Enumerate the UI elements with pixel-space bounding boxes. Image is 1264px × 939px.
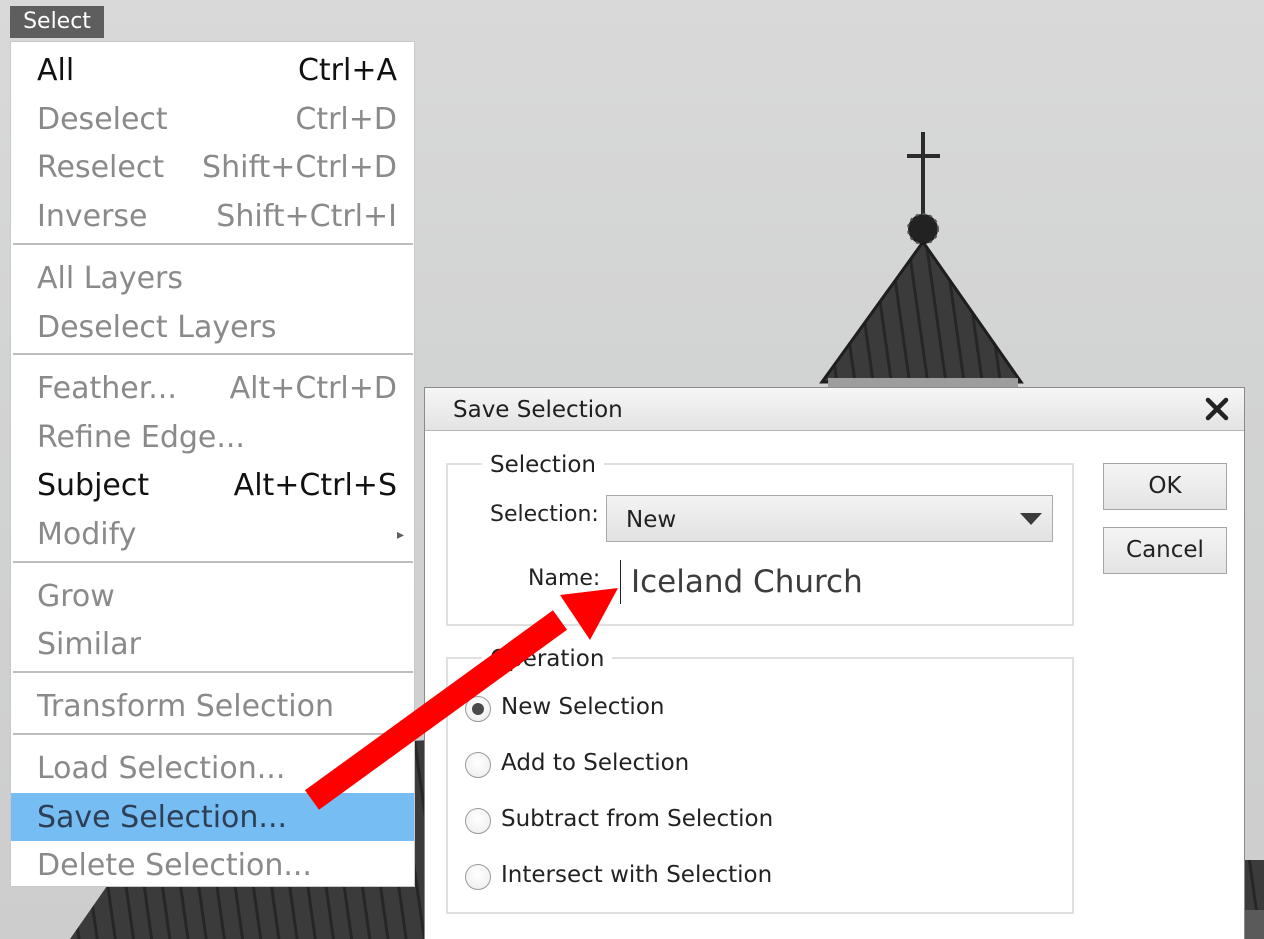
- menu-item-all-layers[interactable]: All Layers: [11, 254, 414, 302]
- menu-item-label: Deselect: [37, 102, 168, 137]
- menu-separator: [13, 353, 413, 355]
- menu-separator: [13, 243, 413, 245]
- selection-dropdown-value: New: [626, 507, 677, 533]
- menu-item-shortcut: Shift+Ctrl+I: [216, 199, 397, 234]
- menu-item-label: Feather...: [37, 371, 177, 406]
- menu-item-shortcut: Alt+Ctrl+D: [229, 371, 397, 406]
- menu-item-similar[interactable]: Similar: [11, 620, 414, 668]
- radio-label: Intersect with Selection: [501, 862, 773, 888]
- dropdown-arrow-icon: [1020, 513, 1042, 525]
- name-input[interactable]: [620, 560, 1050, 604]
- menu-item-feather[interactable]: Feather... Alt+Ctrl+D: [11, 364, 414, 412]
- menu-item-label: Modify: [37, 517, 137, 552]
- menu-item-label: Save Selection...: [37, 800, 288, 835]
- menu-item-deselect[interactable]: Deselect Ctrl+D: [11, 95, 414, 143]
- menu-item-label: Grow: [37, 579, 115, 614]
- menu-item-label: All Layers: [37, 261, 184, 296]
- menu-item-refine-edge[interactable]: Refine Edge...: [11, 413, 414, 461]
- menu-item-deselect-layers[interactable]: Deselect Layers: [11, 303, 414, 351]
- ok-button[interactable]: OK: [1103, 463, 1227, 510]
- radio-label: New Selection: [501, 694, 665, 720]
- selection-group-title: Selection: [482, 452, 604, 478]
- select-menu-button[interactable]: Select: [10, 6, 104, 38]
- operation-group-title: Operation: [482, 646, 613, 672]
- menu-item-label: Subject: [37, 468, 150, 503]
- dialog-title: Save Selection: [453, 397, 623, 423]
- menu-item-label: All: [37, 53, 75, 88]
- menu-item-reselect[interactable]: Reselect Shift+Ctrl+D: [11, 143, 414, 191]
- menu-item-label: Refine Edge...: [37, 420, 245, 455]
- menu-item-save-selection[interactable]: Save Selection...: [11, 793, 414, 841]
- radio-label: Subtract from Selection: [501, 806, 774, 832]
- menu-item-subject[interactable]: Subject Alt+Ctrl+S: [11, 461, 414, 509]
- menu-item-shortcut: Alt+Ctrl+S: [233, 468, 397, 503]
- menu-item-label: Load Selection...: [37, 751, 286, 786]
- photo-canvas: Select All Ctrl+A Deselect Ctrl+D Resele…: [0, 0, 1264, 939]
- menu-item-load-selection[interactable]: Load Selection...: [11, 744, 414, 792]
- menu-item-transform-selection[interactable]: Transform Selection: [11, 682, 414, 730]
- radio-button[interactable]: [465, 696, 491, 722]
- submenu-arrow-icon: ▸: [396, 527, 404, 543]
- radio-button[interactable]: [465, 752, 491, 778]
- menu-item-grow[interactable]: Grow: [11, 572, 414, 620]
- menu-item-shortcut: Ctrl+A: [297, 53, 397, 88]
- dialog-titlebar[interactable]: Save Selection: [425, 388, 1244, 431]
- menu-item-delete-selection[interactable]: Delete Selection...: [11, 841, 414, 886]
- selection-dropdown[interactable]: New: [606, 495, 1053, 542]
- menu-separator: [13, 671, 413, 673]
- menu-item-inverse[interactable]: Inverse Shift+Ctrl+I: [11, 192, 414, 240]
- menu-item-label: Inverse: [37, 199, 148, 234]
- menu-separator: [13, 561, 413, 563]
- menu-item-all[interactable]: All Ctrl+A: [11, 46, 414, 94]
- menu-item-modify[interactable]: Modify ▸: [11, 510, 414, 558]
- radio-button[interactable]: [465, 864, 491, 890]
- radio-button[interactable]: [465, 808, 491, 834]
- menu-item-label: Reselect: [37, 150, 165, 185]
- cancel-button[interactable]: Cancel: [1103, 527, 1227, 574]
- menu-item-label: Deselect Layers: [37, 310, 277, 345]
- menu-item-label: Transform Selection: [37, 689, 335, 724]
- menu-item-shortcut: Shift+Ctrl+D: [202, 150, 397, 185]
- menu-item-label: Similar: [37, 627, 141, 662]
- menu-item-shortcut: Ctrl+D: [295, 102, 397, 137]
- menu-separator: [13, 733, 413, 735]
- name-label: Name:: [528, 566, 601, 591]
- radio-label: Add to Selection: [501, 750, 690, 776]
- close-icon[interactable]: [1202, 391, 1232, 425]
- selection-label: Selection:: [490, 502, 599, 527]
- save-selection-dialog: Save Selection Selection Selection: New …: [424, 387, 1245, 939]
- select-menu-dropdown: All Ctrl+A Deselect Ctrl+D Reselect Shif…: [10, 41, 415, 887]
- menu-item-label: Delete Selection...: [37, 848, 312, 883]
